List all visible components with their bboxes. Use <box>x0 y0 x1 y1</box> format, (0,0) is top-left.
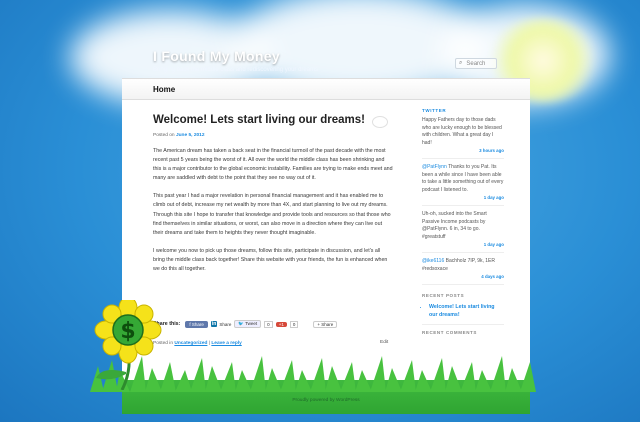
tweet-label: Tweet <box>245 321 258 326</box>
divider <box>422 252 504 253</box>
post-paragraph: The American dream has taken a back seat… <box>153 148 393 182</box>
tweet-item: Happy Fathers day to those dads who are … <box>422 117 504 147</box>
post-article: Welcome! Lets start living our dreams! P… <box>153 114 393 274</box>
tweet-time[interactable]: 4 days ago <box>422 274 504 279</box>
post-paragraph: I welcome you now to pick up those dream… <box>153 247 388 273</box>
more-share-label: Share <box>321 321 334 327</box>
divider <box>422 205 504 206</box>
nav-home-link[interactable]: Home <box>153 85 175 94</box>
tweet-text: Uh-oh, sucked into the Smart Passive Inc… <box>422 211 487 240</box>
post-body: The American dream has taken a back seat… <box>153 147 393 274</box>
post-paragraph: This past year I had a major revelation … <box>153 193 391 236</box>
more-share-button[interactable]: + Share <box>313 320 338 328</box>
recent-posts-list: Welcome! Lets start living our dreams! <box>422 303 504 319</box>
gplus-count: 0 <box>289 320 299 328</box>
linkedin-share-label: Share <box>219 321 232 327</box>
tweet-item: @PatFlynn Thanks to you Pat. Its been a … <box>422 164 504 194</box>
comment-bubble-icon[interactable] <box>372 116 388 128</box>
tweet-count: 0 <box>264 320 273 328</box>
tweet-time[interactable]: 1 day ago <box>422 195 504 200</box>
facebook-share-button[interactable]: f Share <box>185 320 208 328</box>
divider <box>422 158 504 159</box>
search-input[interactable]: ⌕ Search <box>455 58 497 69</box>
tweet-time[interactable]: 1 day ago <box>422 242 504 247</box>
search-placeholder: Search <box>466 60 486 67</box>
sidebar: TWITTER Happy Fathers day to those dads … <box>422 108 504 335</box>
linkedin-share-button[interactable]: in Share <box>210 321 232 327</box>
tweet-text: Happy Fathers day to those dads who are … <box>422 117 502 146</box>
svg-text:$: $ <box>120 319 135 344</box>
share-bar: Share this: f Share in Share 🐦 Tweet 0 +1… <box>153 320 338 328</box>
tweet-item: @ike6116 Bachholz 7IP, 9k, 1ER #redsoxac… <box>422 258 504 273</box>
tweet-user[interactable]: @ike6116 <box>422 258 444 264</box>
post-title[interactable]: Welcome! Lets start living our dreams! <box>153 114 393 126</box>
linkedin-icon: in <box>210 321 218 327</box>
tweet-button[interactable]: 🐦 Tweet <box>234 320 262 328</box>
recent-post-link[interactable]: Welcome! Lets start living our dreams! <box>429 303 504 319</box>
tweet-time[interactable]: 3 hours ago <box>422 148 504 153</box>
post-date-line: Posted on June 5, 2012 <box>153 133 393 138</box>
tweet-item: Uh-oh, sucked into the Smart Passive Inc… <box>422 211 504 241</box>
recent-posts-title: RECENT POSTS <box>422 293 465 298</box>
divider <box>422 324 504 325</box>
twitter-widget-title: TWITTER <box>422 108 447 113</box>
recent-comments-title: RECENT COMMENTS <box>422 330 477 335</box>
search-icon: ⌕ <box>459 60 463 66</box>
gplus-button[interactable]: +1 <box>275 321 287 327</box>
dollar-flower-icon: $ <box>94 300 162 390</box>
footer-credit[interactable]: Proudly powered by WordPress <box>122 398 530 403</box>
edit-link[interactable]: Edit <box>380 340 388 345</box>
post-date-link[interactable]: June 5, 2012 <box>176 133 205 138</box>
divider <box>422 284 504 285</box>
posted-on-label: Posted on <box>153 133 175 138</box>
facebook-share-label: Share <box>191 321 204 327</box>
tweet-user[interactable]: @PatFlynn <box>422 164 447 170</box>
main-nav: Home <box>122 78 530 100</box>
